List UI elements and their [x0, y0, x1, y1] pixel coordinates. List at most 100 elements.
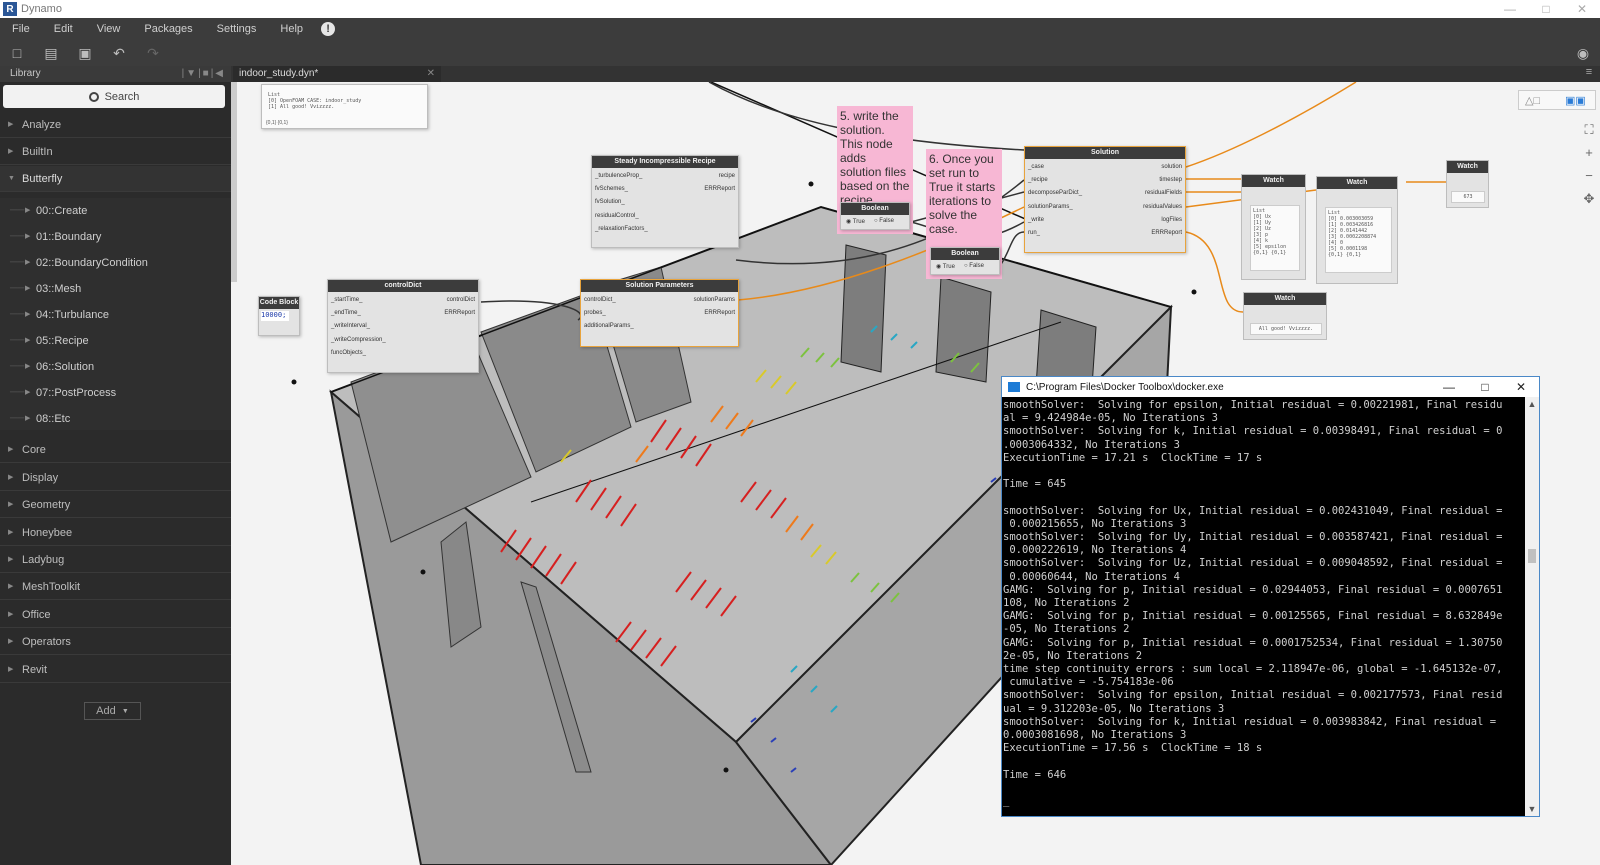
- category-operators[interactable]: ▶ Operators: [0, 629, 231, 655]
- undo-icon[interactable]: ↶: [110, 44, 128, 62]
- menu-view[interactable]: View: [85, 23, 133, 35]
- sub-item-create[interactable]: ── ▶ 00::Create: [0, 198, 231, 224]
- category-butterfly[interactable]: ▼ Butterfly: [0, 166, 231, 192]
- zoom-fit-icon[interactable]: ⛶: [1578, 118, 1600, 141]
- category-honeybee[interactable]: ▶ Honeybee: [0, 520, 231, 546]
- scroll-thumb[interactable]: [1528, 549, 1536, 563]
- input-port[interactable]: controlDict_: [584, 297, 616, 303]
- sub-item-mesh[interactable]: ── ▶ 03::Mesh: [0, 276, 231, 302]
- zoom-out-icon[interactable]: −: [1578, 164, 1600, 187]
- save-icon[interactable]: ▣: [76, 44, 94, 62]
- input-port[interactable]: _relaxationFactors_: [595, 226, 648, 232]
- scroll-up-icon[interactable]: ▲: [1525, 397, 1539, 411]
- maximize-icon[interactable]: □: [1528, 0, 1564, 18]
- input-port[interactable]: _write: [1028, 217, 1044, 223]
- category-builtin[interactable]: ▶ BuiltIn: [0, 139, 231, 165]
- close-icon[interactable]: ✕: [1503, 377, 1539, 397]
- sub-item-etc[interactable]: ── ▶ 08::Etc: [0, 406, 231, 432]
- input-port[interactable]: fvSolution_: [595, 199, 625, 205]
- boolean-node[interactable]: Boolean ◉ True ○ False: [840, 202, 910, 230]
- input-port[interactable]: additionalParams_: [584, 323, 634, 329]
- menu-packages[interactable]: Packages: [132, 23, 204, 35]
- minimize-icon[interactable]: —: [1492, 0, 1528, 18]
- sub-item-solution[interactable]: ── ▶ 06::Solution: [0, 354, 231, 380]
- input-port[interactable]: _case: [1028, 164, 1044, 170]
- graph-view-icon[interactable]: ▣▣: [1565, 94, 1586, 107]
- code-block-value[interactable]: 10000;: [261, 311, 289, 321]
- solution-parameters-node[interactable]: Solution Parameters controlDict_ probes_…: [580, 279, 739, 347]
- pan-icon[interactable]: ✥: [1578, 187, 1600, 210]
- input-port[interactable]: residualControl_: [595, 213, 639, 219]
- search-input[interactable]: Search: [3, 85, 225, 108]
- camera-icon[interactable]: ◉: [1574, 44, 1592, 62]
- output-port[interactable]: ERRReport: [1151, 230, 1182, 236]
- controldict-node[interactable]: controlDict _startTime_ _endTime_ _write…: [327, 279, 479, 373]
- output-port[interactable]: residualFields: [1145, 190, 1182, 196]
- input-port[interactable]: _endTime_: [331, 310, 361, 316]
- input-port[interactable]: run_: [1028, 230, 1040, 236]
- sub-item-turbulance[interactable]: ── ▶ 04::Turbulance: [0, 302, 231, 328]
- input-port[interactable]: _recipe: [1028, 177, 1048, 183]
- category-office[interactable]: ▶ Office: [0, 602, 231, 628]
- menu-lines-icon[interactable]: ≡: [1578, 66, 1600, 82]
- code-block-node[interactable]: Code Block 10000;: [258, 296, 300, 336]
- sub-item-recipe[interactable]: ── ▶ 05::Recipe: [0, 328, 231, 354]
- input-port[interactable]: _turbulenceProp_: [595, 173, 642, 179]
- close-icon[interactable]: ✕: [1564, 0, 1600, 18]
- geometry-view-icon[interactable]: △□: [1525, 94, 1540, 107]
- output-port[interactable]: ERRReport: [444, 310, 475, 316]
- watch-node[interactable]: Watch All good! Vvizzzz.: [1243, 292, 1327, 340]
- output-port[interactable]: ERRReport: [704, 310, 735, 316]
- menu-edit[interactable]: Edit: [42, 23, 85, 35]
- category-ladybug[interactable]: ▶ Ladybug: [0, 547, 231, 573]
- input-port[interactable]: fvSchemes_: [595, 186, 628, 192]
- input-port[interactable]: _startTime_: [331, 297, 362, 303]
- input-port[interactable]: _writeCompression_: [331, 337, 386, 343]
- add-button[interactable]: Add ▼: [84, 702, 141, 720]
- category-geometry[interactable]: ▶ Geometry: [0, 492, 231, 518]
- input-port[interactable]: decomposeParDict_: [1028, 190, 1082, 196]
- open-file-icon[interactable]: ▤: [42, 44, 60, 62]
- category-display[interactable]: ▶ Display: [0, 465, 231, 491]
- tab-indoor-study[interactable]: indoor_study.dyn* ✕: [233, 66, 441, 82]
- category-core[interactable]: ▶ Core: [0, 437, 231, 463]
- output-port[interactable]: timestep: [1159, 177, 1182, 183]
- false-radio[interactable]: ○ False: [964, 263, 984, 269]
- maximize-icon[interactable]: □: [1467, 377, 1503, 397]
- scroll-down-icon[interactable]: ▼: [1525, 802, 1539, 816]
- output-port[interactable]: logFiles: [1161, 217, 1182, 223]
- input-port[interactable]: probes_: [584, 310, 606, 316]
- output-port[interactable]: solution: [1161, 164, 1182, 170]
- tab-close-icon[interactable]: ✕: [427, 66, 435, 82]
- library-layout-icon[interactable]: |▼|■|◀: [182, 66, 225, 82]
- minimize-icon[interactable]: —: [1431, 377, 1467, 397]
- category-revit[interactable]: ▶ Revit: [0, 657, 231, 683]
- category-meshtoolkit[interactable]: ▶ MeshToolkit: [0, 574, 231, 600]
- menu-help[interactable]: Help: [268, 23, 315, 35]
- docker-console-window[interactable]: C:\Program Files\Docker Toolbox\docker.e…: [1001, 376, 1540, 817]
- solution-node[interactable]: Solution _case _recipe decomposeParDict_…: [1024, 146, 1186, 253]
- output-port[interactable]: recipe: [719, 173, 735, 179]
- steady-incompressible-recipe-node[interactable]: Steady Incompressible Recipe _turbulence…: [591, 155, 739, 248]
- sub-item-boundarycondition[interactable]: ── ▶ 02::BoundaryCondition: [0, 250, 231, 276]
- watch-node[interactable]: Watch List [0] Ux [1] Uy [2] Uz [3] p [4] k [5…: [1241, 174, 1306, 280]
- false-radio[interactable]: ○ False: [874, 218, 894, 224]
- true-radio[interactable]: ◉ True: [936, 263, 955, 270]
- watch-node[interactable]: Watch 673: [1446, 160, 1489, 208]
- boolean-node[interactable]: Boolean ◉ True ○ False: [930, 247, 1000, 275]
- list-preview-node[interactable]: List [0] OpenFOAM CASE: indoor_study [1]…: [261, 84, 428, 129]
- menu-file[interactable]: File: [0, 23, 42, 35]
- watch-node[interactable]: Watch List [0] 0.003003059 [1] 0.003426816…: [1316, 176, 1398, 284]
- sub-item-boundary[interactable]: ── ▶ 01::Boundary: [0, 224, 231, 250]
- output-port[interactable]: solutionParams: [694, 297, 735, 303]
- sub-item-postprocess[interactable]: ── ▶ 07::PostProcess: [0, 380, 231, 406]
- output-port[interactable]: ERRReport: [704, 186, 735, 192]
- output-port[interactable]: controlDict: [447, 297, 475, 303]
- input-port[interactable]: funcObjects_: [331, 350, 366, 356]
- true-radio[interactable]: ◉ True: [846, 218, 865, 225]
- console-scrollbar[interactable]: ▲ ▼: [1525, 397, 1539, 816]
- input-port[interactable]: solutionParams_: [1028, 204, 1073, 210]
- input-port[interactable]: _writeInterval_: [331, 323, 370, 329]
- menu-settings[interactable]: Settings: [205, 23, 269, 35]
- output-port[interactable]: residualValues: [1143, 204, 1182, 210]
